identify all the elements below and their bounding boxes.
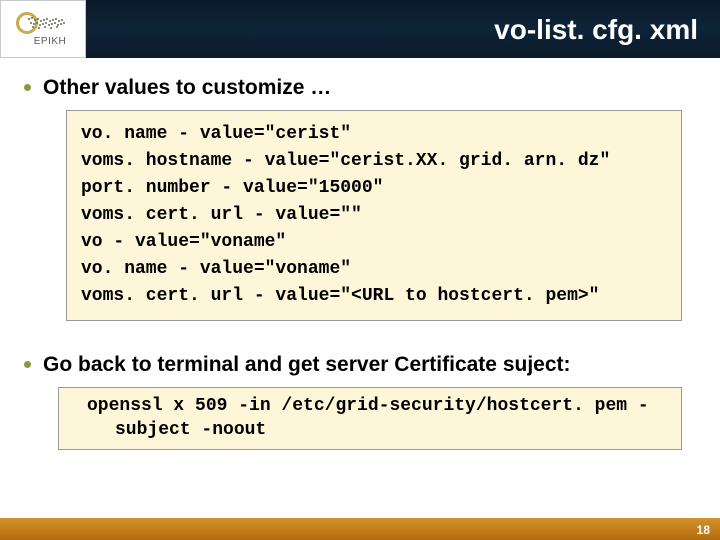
code-line: vo. name - value="cerist" — [81, 121, 667, 148]
code-block-command: openssl x 509 -in /etc/grid-security/hos… — [58, 387, 682, 450]
bullet-item: Other values to customize … — [18, 76, 702, 100]
bullet-text: Go back to terminal and get server Certi… — [43, 353, 571, 377]
logo-text: EPIKH — [34, 36, 67, 47]
page-number: 18 — [697, 523, 710, 537]
bullet-text: Other values to customize … — [43, 76, 331, 100]
code-line: port. number - value="15000" — [81, 175, 667, 202]
code-line: voms. cert. url - value="<URL to hostcer… — [81, 283, 667, 310]
slide-footer: 18 — [0, 518, 720, 540]
bullet-item: Go back to terminal and get server Certi… — [18, 353, 702, 377]
bullet-icon — [24, 84, 31, 91]
code-block-config: vo. name - value="cerist" voms. hostname… — [66, 110, 682, 321]
slide-title: vo-list. cfg. xml — [494, 14, 698, 46]
slide-header: EPIKH vo-list. cfg. xml — [0, 0, 720, 58]
code-line: vo. name - value="voname" — [81, 256, 667, 283]
world-map-icon — [26, 15, 68, 31]
code-line: vo - value="voname" — [81, 229, 667, 256]
logo: EPIKH — [0, 0, 86, 58]
code-line: voms. cert. url - value="" — [81, 202, 667, 229]
slide-content: Other values to customize … vo. name - v… — [0, 58, 720, 450]
code-line: openssl x 509 -in /etc/grid-security/hos… — [87, 396, 649, 440]
logo-globe-icon — [16, 12, 70, 34]
code-line: voms. hostname - value="cerist.XX. grid.… — [81, 148, 667, 175]
bullet-icon — [24, 361, 31, 368]
